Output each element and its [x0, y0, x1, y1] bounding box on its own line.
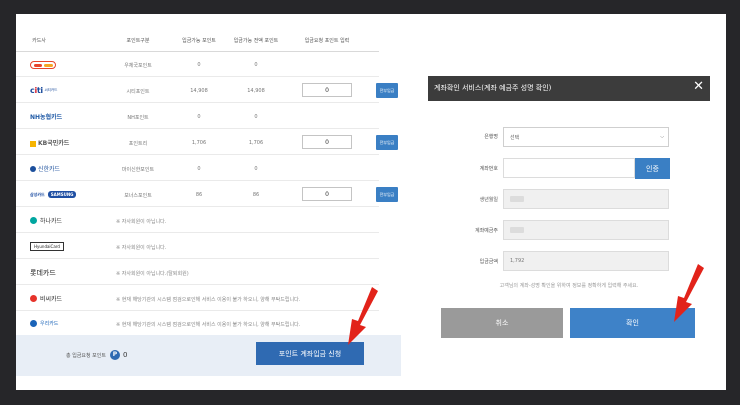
full-points: 1,706 [248, 140, 264, 146]
close-icon[interactable]: ✕ [693, 79, 704, 94]
bc-logo-icon: 비씨카드 [30, 294, 62, 303]
full-points: 14,908 [247, 88, 265, 94]
point-type: NH포인트 [127, 115, 149, 121]
table-row: 하나카드 ※ 자사회원이 아닙니다. [16, 208, 379, 233]
bank-select-value: 선택 [510, 134, 520, 141]
point-request-input[interactable]: 0 [302, 187, 352, 201]
full-points: 86 [252, 192, 260, 198]
deposit-amount-label: 입금금액 [479, 259, 498, 265]
status-note: ※ 자사회원이 아닙니다.(탈퇴회원) [116, 271, 189, 277]
table-row: 우리카드 ※ 현재 해당기관의 시스템 점검으로인해 서비스 이용이 불가 하오… [16, 311, 379, 336]
modal-header: 계좌확인 서비스(계좌 예금주 성명 확인) ✕ [428, 76, 710, 101]
point-type: 마이신한포인트 [121, 167, 155, 173]
deposit-all-button[interactable]: 전부입금 [376, 187, 398, 202]
confirm-button[interactable]: 확인 [570, 308, 695, 338]
header-available-points: 입금가능 포인트 [182, 38, 216, 44]
birth-date-field[interactable] [503, 189, 669, 209]
shinhan-logo-icon: 신한카드 [30, 164, 60, 173]
account-holder-field[interactable] [503, 220, 669, 240]
chevron-down-icon: ⌵ [660, 134, 664, 140]
masked-value [510, 196, 524, 202]
status-note: ※ 자사회원이 아닙니다. [116, 219, 167, 225]
status-note: ※ 현재 해당기관의 시스템 점검으로인해 서비스 이용이 불가 하오니, 양해… [116, 297, 301, 303]
hana-logo-icon: 하나카드 [30, 216, 62, 225]
modal-title: 계좌확인 서비스(계좌 예금주 성명 확인) [434, 84, 552, 92]
info-notice: 고객님의 계좌-성명 확인을 위하여 정보를 정확하게 입력해 주세요. [499, 283, 639, 289]
table-row: citi 씨티카드 시티포인트 14,908 14,908 0 전부입금 [16, 78, 398, 103]
summary-bar: 총 입금요청 포인트 P 0 포인트 계좌입금 신청 [16, 335, 401, 376]
samsung-logo-icon: 삼성카드 SAMSUNG [30, 190, 77, 199]
point-request-input[interactable]: 0 [302, 135, 352, 149]
table-row: 롯데카드 ※ 자사회원이 아닙니다.(탈퇴회원) [16, 260, 379, 285]
available-points: 0 [197, 62, 201, 68]
cancel-button[interactable]: 취소 [441, 308, 563, 338]
table-row: 신한카드 마이신한포인트 0 0 [16, 156, 379, 181]
point-request-input[interactable]: 0 [302, 83, 352, 97]
deposit-all-button[interactable]: 전부입금 [376, 83, 398, 98]
apply-point-deposit-button[interactable]: 포인트 계좌입금 신청 [256, 342, 364, 365]
table-header: 카드사 포인트구분 입금가능 포인트 입금가능 전액 포인트 입금요청 포인트 … [16, 28, 379, 52]
point-type: 우체국포인트 [124, 63, 152, 69]
point-type: 시티포인트 [126, 89, 150, 95]
header-card-company: 카드사 [32, 38, 46, 44]
table-row: 우체국포인트 0 0 [16, 52, 379, 77]
point-type: 보너스포인트 [124, 193, 152, 199]
table-row: 삼성카드 SAMSUNG 보너스포인트 86 86 0 전부입금 [16, 182, 398, 207]
deposit-all-button[interactable]: 전부입금 [376, 135, 398, 150]
total-value: 0 [122, 351, 128, 359]
point-type: 포인트리 [128, 141, 148, 147]
bank-label: 은행명 [484, 134, 498, 140]
table-row: NH농협카드 NH포인트 0 0 [16, 104, 379, 129]
deposit-amount-field: 1,792 [503, 251, 669, 271]
full-points: 0 [254, 62, 258, 68]
nh-logo-icon: NH농협카드 [30, 114, 63, 121]
kb-logo-icon: KB국민카드 [30, 138, 69, 147]
account-number-label: 계좌번호 [479, 166, 498, 172]
account-holder-label: 계좌예금주 [474, 228, 498, 234]
header-point-type: 포인트구분 [126, 38, 150, 44]
card-points-panel: 카드사 포인트구분 입금가능 포인트 입금가능 전액 포인트 입금요청 포인트 … [16, 28, 401, 376]
header-request-input: 입금요청 포인트 입력 [304, 38, 350, 44]
status-note: ※ 현재 해당기관의 시스템 점검으로인해 서비스 이용이 불가 하오니, 양해… [116, 322, 301, 328]
account-number-field[interactable] [503, 158, 635, 178]
table-row: KB국민카드 포인트리 1,706 1,706 0 전부입금 [16, 130, 398, 155]
available-points: 0 [197, 114, 201, 120]
bank-select[interactable]: 선택 ⌵ [503, 127, 669, 147]
total-request-points: 총 입금요청 포인트 P 0 [66, 350, 127, 360]
birth-date-label: 생년월일 [479, 197, 498, 203]
full-points: 0 [254, 114, 258, 120]
available-points: 14,908 [190, 88, 208, 94]
account-verification-modal: 계좌확인 서비스(계좌 예금주 성명 확인) ✕ 은행명 선택 ⌵ 계좌번호 인… [428, 76, 710, 344]
woori-logo-icon: 우리카드 [30, 319, 58, 328]
table-row: HyundaiCard ※ 자사회원이 아닙니다. [16, 234, 379, 259]
hyundaicard-logo-icon: HyundaiCard [30, 242, 64, 251]
table-row: 비씨카드 ※ 현재 해당기관의 시스템 점검으로인해 서비스 이용이 불가 하오… [16, 286, 379, 311]
citi-logo-icon: citi 씨티카드 [30, 86, 58, 95]
available-points: 0 [197, 166, 201, 172]
total-label: 총 입금요청 포인트 [66, 352, 106, 359]
available-points: 1,706 [191, 140, 207, 146]
header-full-points: 입금가능 전액 포인트 [233, 38, 279, 44]
masked-value [510, 227, 524, 233]
point-icon: P [109, 350, 120, 360]
status-note: ※ 자사회원이 아닙니다. [116, 245, 167, 251]
lotte-logo-icon: 롯데카드 [30, 268, 56, 277]
available-points: 86 [195, 192, 203, 198]
hyundaimc-logo-icon [30, 60, 56, 69]
verify-button[interactable]: 인증 [635, 158, 670, 179]
full-points: 0 [254, 166, 258, 172]
